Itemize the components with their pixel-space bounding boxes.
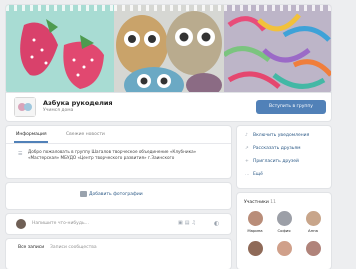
action-label: Включить уведомления <box>253 133 310 138</box>
member-name: Анна <box>308 228 318 233</box>
avatar-icon <box>15 98 35 116</box>
members-card: Участники 11 Марина София Анна <box>237 193 331 269</box>
member-name: Марина <box>247 228 263 233</box>
member-avatar <box>276 241 292 256</box>
tab-all-posts[interactable]: Все записи <box>18 245 44 250</box>
camera-icon <box>80 191 87 197</box>
bows-icon <box>224 5 331 93</box>
group-cover <box>6 5 331 93</box>
more-icon: … <box>245 172 250 177</box>
group-header: Азбука рукоделия Учимся дома Вступить в … <box>6 93 331 121</box>
group-avatar[interactable] <box>15 98 35 116</box>
group-description: Добро пожаловать в группу Шагалов творче… <box>28 149 197 160</box>
tab-info[interactable]: Информация <box>16 132 47 137</box>
join-group-button[interactable]: Вступить в группу <box>256 100 326 114</box>
members-count: 11 <box>270 200 276 205</box>
member-item[interactable] <box>301 241 325 256</box>
tab-divider <box>6 143 231 144</box>
add-friend-icon: + <box>245 159 249 164</box>
member-avatar <box>247 241 263 256</box>
cover-owls-image <box>114 5 224 93</box>
action-label: Пригласить друзей <box>253 159 299 164</box>
add-photos-link[interactable]: Добавить фотографии <box>89 192 143 197</box>
members-title: Участники <box>244 200 269 205</box>
member-avatar <box>247 211 263 226</box>
member-avatar <box>276 211 292 226</box>
attach-icons[interactable]: ▣▤♫ <box>178 220 198 226</box>
send-icon[interactable]: ◐ <box>214 220 219 227</box>
action-label: Рассказать друзьям <box>253 146 301 151</box>
tab-community-posts[interactable]: Записи сообщества <box>50 245 97 250</box>
member-item[interactable]: София <box>272 211 296 233</box>
post-input[interactable]: Напишите что-нибудь... <box>32 221 89 226</box>
info-card: Информация Свежие новости ☰ Добро пожало… <box>6 126 231 178</box>
invite-friends-action[interactable]: + Пригласить друзей <box>245 159 299 164</box>
member-item[interactable] <box>272 241 296 256</box>
actions-card: ♪ Включить уведомления ↗ Рассказать друзья… <box>237 126 331 188</box>
members-header[interactable]: Участники 11 <box>244 200 276 205</box>
user-avatar <box>16 219 26 229</box>
member-name: София <box>277 228 291 233</box>
cover-bows-image <box>224 5 331 93</box>
member-avatar <box>305 241 321 256</box>
post-composer: Напишите что-нибудь... ▣▤♫ ◐ <box>6 214 231 234</box>
member-item[interactable] <box>243 241 267 256</box>
description-icon: ☰ <box>18 151 23 157</box>
enable-notifications-action[interactable]: ♪ Включить уведомления <box>245 133 309 138</box>
wall-card: Все записи Записи сообщества <box>6 239 231 269</box>
action-label: Ещё <box>253 172 263 177</box>
owls-icon <box>114 5 224 93</box>
share-icon: ↗ <box>245 146 249 151</box>
cover-strawberries-image <box>6 5 114 93</box>
strawberries-icon <box>6 5 114 93</box>
member-avatar <box>305 211 321 226</box>
group-title: Азбука рукоделия <box>43 99 113 107</box>
tell-friends-action[interactable]: ↗ Рассказать друзьям <box>245 146 301 151</box>
photo-card: Добавить фотографии <box>6 183 231 209</box>
bell-icon: ♪ <box>245 133 248 138</box>
member-item[interactable]: Анна <box>301 211 325 233</box>
tab-news[interactable]: Свежие новости <box>66 132 105 137</box>
group-type: Учимся дома <box>43 108 74 113</box>
more-action[interactable]: … Ещё <box>245 172 263 177</box>
member-item[interactable]: Марина <box>243 211 267 233</box>
